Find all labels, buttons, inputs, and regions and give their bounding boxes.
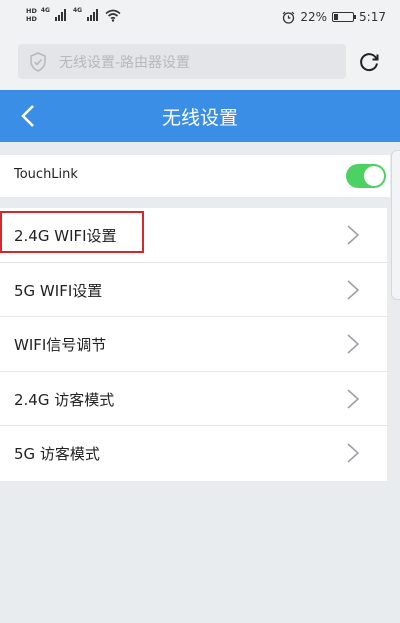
chevron-right-icon <box>347 443 360 463</box>
search-row: 无线设置-路由器设置 <box>0 34 400 90</box>
status-right: 22% 5:17 <box>282 10 386 24</box>
menu-item-label: 2.4G 访客模式 <box>14 390 115 409</box>
menu-item-wifi-signal[interactable]: WIFI信号调节 <box>0 317 387 372</box>
menu-item-label: 5G 访客模式 <box>14 445 100 463</box>
network-type-1: 4G <box>40 7 50 14</box>
menu-item-5g-wifi[interactable]: 5G WIFI设置 <box>0 263 387 317</box>
signal-icon <box>54 9 66 21</box>
title-bar: 无线设置 <box>0 90 400 142</box>
reload-icon[interactable] <box>357 50 381 74</box>
highlight-box <box>0 211 144 253</box>
menu-item-24g-wifi[interactable]: 2.4G WIFI设置 <box>0 208 387 263</box>
hd-label-top: HD <box>26 7 37 15</box>
status-left: HD HD 4G 4G <box>26 7 121 23</box>
scrollbar[interactable] <box>391 150 400 300</box>
hd-label-bottom: HD <box>26 15 37 23</box>
menu-item-5g-guest[interactable]: 5G 访客模式 <box>0 426 387 481</box>
battery-percent: 22% <box>300 10 328 24</box>
search-input[interactable]: 无线设置-路由器设置 <box>18 44 346 79</box>
touchlink-label: TouchLink <box>14 167 78 182</box>
signal-icon <box>87 9 99 21</box>
status-bar: HD HD 4G 4G 22% 5:17 <box>0 0 400 34</box>
clock: 5:17 <box>359 10 386 24</box>
search-placeholder: 无线设置-路由器设置 <box>59 54 191 71</box>
toggle-knob <box>364 166 384 186</box>
chevron-right-icon <box>347 225 360 245</box>
menu-item-label: 5G WIFI设置 <box>14 281 103 300</box>
chevron-right-icon <box>347 388 360 409</box>
touchlink-row: TouchLink <box>0 155 390 197</box>
hd-indicator: HD HD <box>26 7 37 23</box>
wifi-icon <box>105 9 121 22</box>
chevron-right-icon <box>347 279 360 300</box>
battery-icon <box>332 12 357 22</box>
menu-item-label: WIFI信号调节 <box>14 336 107 354</box>
alarm-icon <box>282 11 295 24</box>
chevron-right-icon <box>347 334 360 354</box>
network-type-2: 4G <box>72 7 83 14</box>
settings-menu: 2.4G WIFI设置 5G WIFI设置 WIFI信号调节 2.4G 访客模式… <box>0 208 387 481</box>
page-title: 无线设置 <box>161 107 238 129</box>
shield-check-icon <box>30 51 46 72</box>
touchlink-toggle[interactable] <box>346 164 386 188</box>
menu-item-24g-guest[interactable]: 2.4G 访客模式 <box>0 372 387 426</box>
